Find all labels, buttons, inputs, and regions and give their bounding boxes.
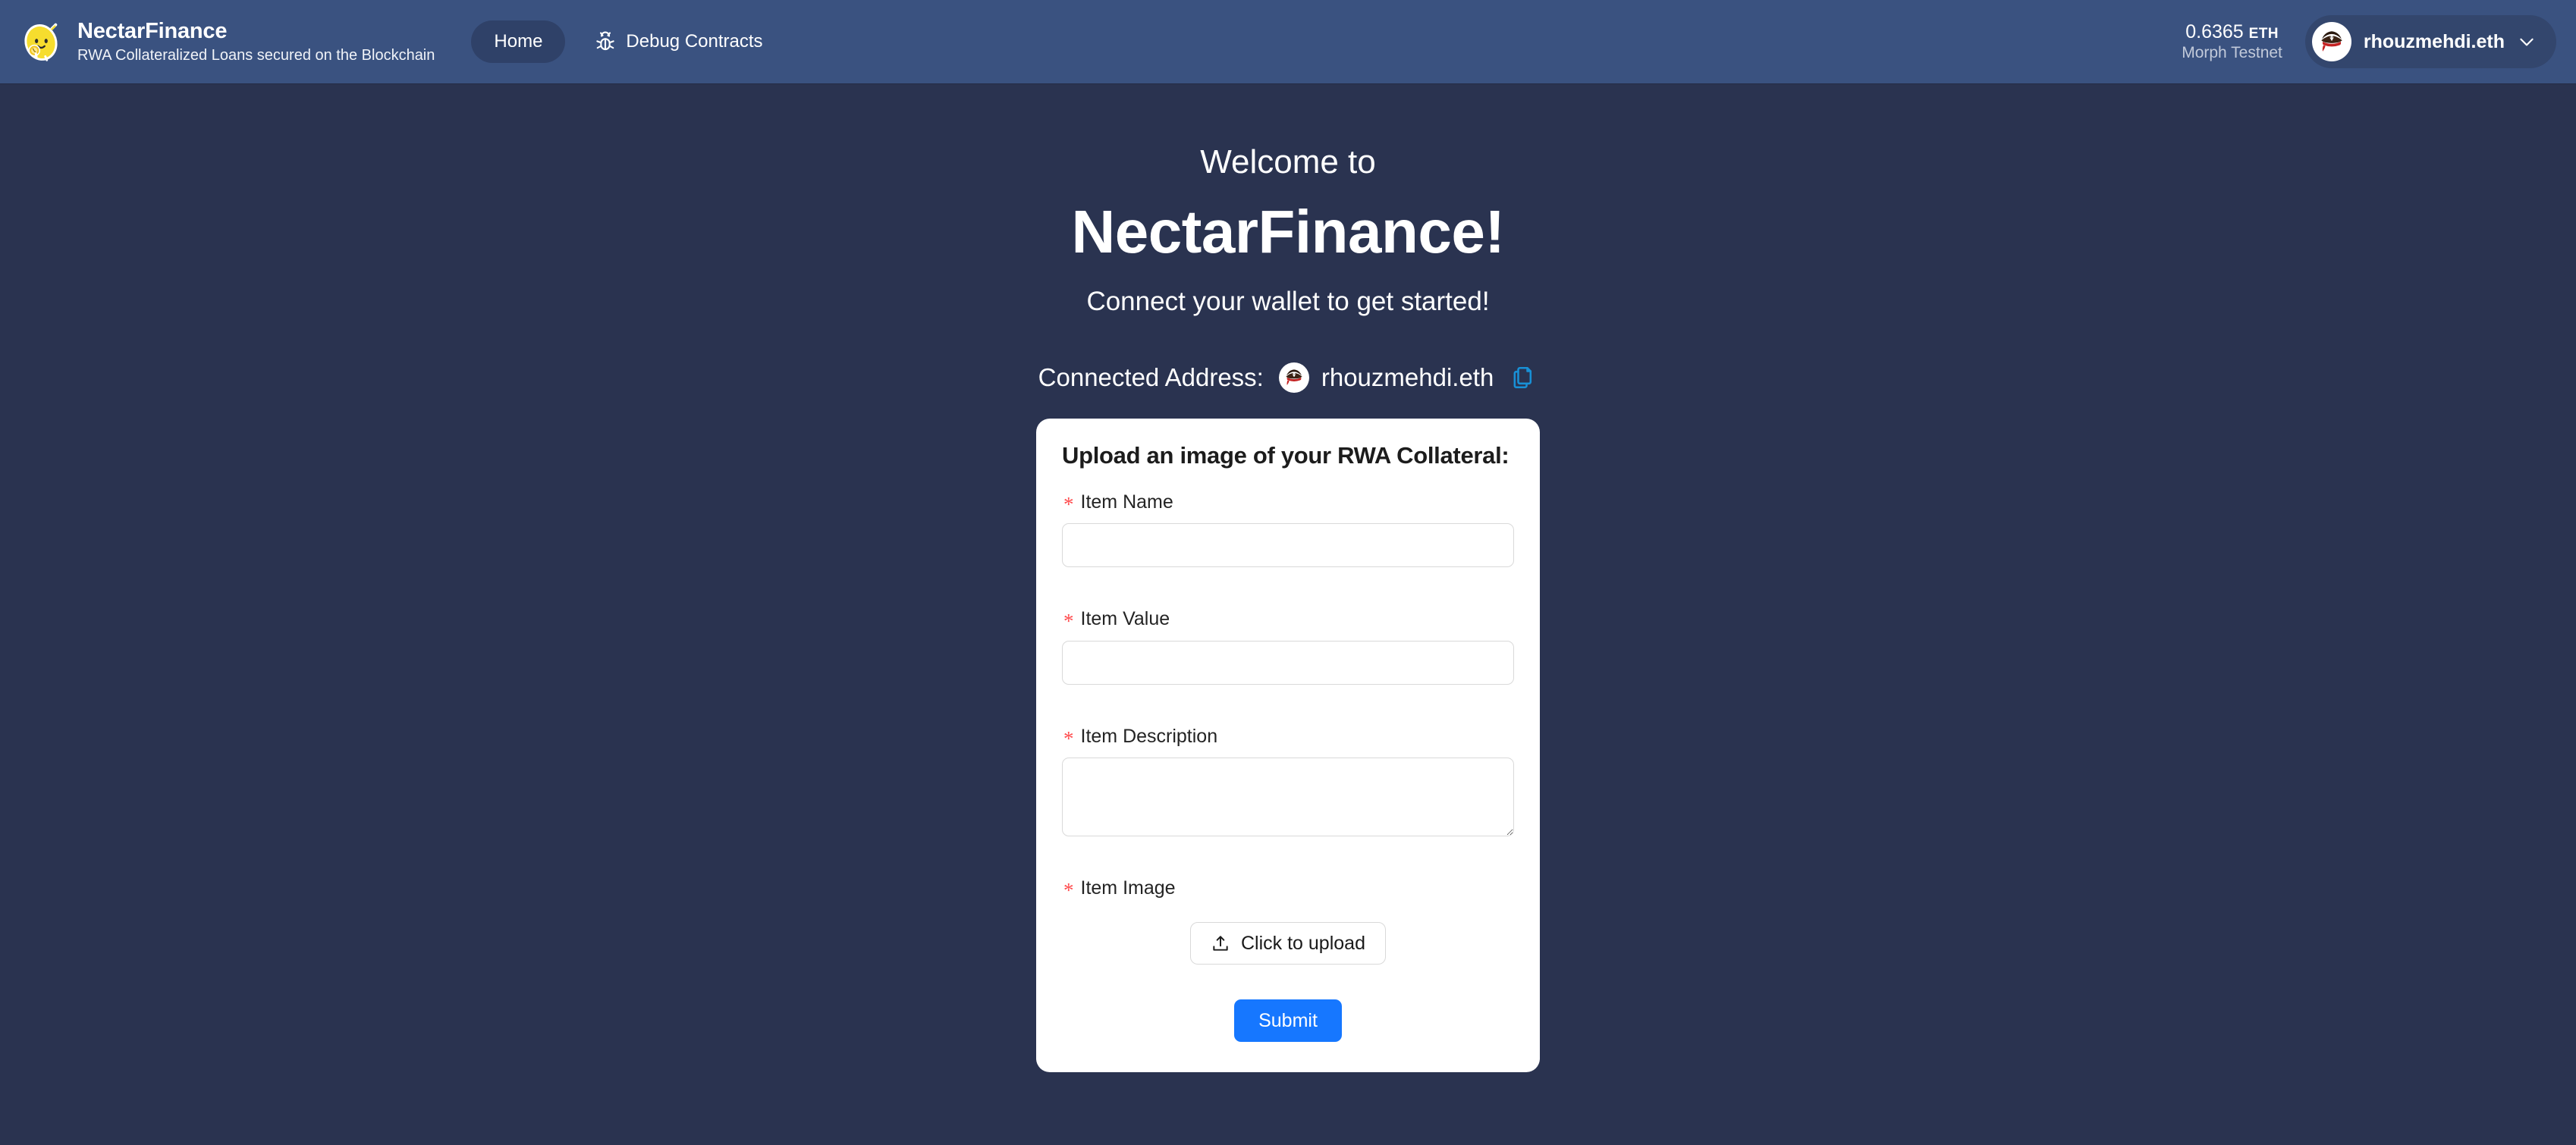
connected-address-value: rhouzmehdi.eth <box>1321 363 1494 392</box>
balance-value: 0.6365 <box>2185 20 2244 42</box>
submit-area: Submit <box>1062 999 1514 1042</box>
brand-subtitle: RWA Collateralized Loans secured on the … <box>77 46 435 64</box>
item-name-input[interactable] <box>1062 523 1514 568</box>
upload-icon <box>1211 933 1230 953</box>
field-item-description: * Item Description <box>1062 715 1514 837</box>
brand-block[interactable]: NectarFinance RWA Collateralized Loans s… <box>17 18 435 65</box>
pirate-avatar-icon <box>2311 22 2351 61</box>
page-title: NectarFinance! <box>1071 198 1505 266</box>
network-label: Morph Testnet <box>2182 44 2282 62</box>
field-item-name-label-text: Item Name <box>1080 491 1173 513</box>
pirate-avatar-icon <box>1278 362 1309 394</box>
required-marker: * <box>1063 879 1074 902</box>
connected-address-row: Connected Address: rhouzmehdi.eth <box>1038 362 1538 394</box>
field-item-value-label-text: Item Value <box>1080 608 1170 630</box>
field-item-description-label-text: Item Description <box>1080 725 1218 747</box>
required-marker: * <box>1063 492 1074 516</box>
copy-icon[interactable] <box>1512 365 1538 391</box>
header-right-cluster: 0.6365 ETH Morph Testnet rhouzmehdi.eth <box>2182 15 2556 68</box>
connected-address-label: Connected Address: <box>1038 363 1264 392</box>
click-to-upload-button[interactable]: Click to upload <box>1190 921 1386 965</box>
submit-button[interactable]: Submit <box>1234 999 1342 1042</box>
click-to-upload-label: Click to upload <box>1241 932 1365 954</box>
field-item-value-label: * Item Value <box>1062 598 1514 641</box>
chevron-down-icon[interactable] <box>2517 32 2537 52</box>
wallet-balance: 0.6365 ETH Morph Testnet <box>2182 20 2285 63</box>
wallet-address-label: rhouzmehdi.eth <box>2363 30 2505 52</box>
nav-item-home[interactable]: Home <box>471 20 566 63</box>
field-item-image-label: * Item Image <box>1062 867 1514 910</box>
nav-item-home-label: Home <box>494 31 543 52</box>
required-marker: * <box>1063 726 1074 750</box>
lemon-mascot-logo-icon <box>17 18 64 65</box>
required-marker: * <box>1063 610 1074 633</box>
card-title: Upload an image of your RWA Collateral: <box>1062 442 1509 469</box>
field-item-image: * Item Image Click to upload <box>1062 867 1514 965</box>
main-content: Welcome to NectarFinance! Connect your w… <box>0 83 2576 1145</box>
app-header: NectarFinance RWA Collateralized Loans s… <box>0 0 2576 83</box>
field-item-description-label: * Item Description <box>1062 715 1514 758</box>
item-value-input[interactable] <box>1062 640 1514 685</box>
brand-title: NectarFinance <box>77 19 228 44</box>
nav-item-debug-contracts-label: Debug Contracts <box>626 31 763 52</box>
wallet-account-button[interactable]: rhouzmehdi.eth <box>2304 15 2556 68</box>
welcome-eyebrow: Welcome to <box>1200 143 1376 180</box>
main-nav: Home Debug Contracts <box>471 20 774 64</box>
field-item-image-label-text: Item Image <box>1080 877 1176 899</box>
field-item-name: * Item Name <box>1062 481 1514 568</box>
upload-area: Click to upload <box>1062 921 1514 965</box>
balance-amount: 0.6365 ETH <box>2185 20 2279 44</box>
item-description-textarea[interactable] <box>1062 758 1514 837</box>
collateral-upload-card: Upload an image of your RWA Collateral: … <box>1036 419 1540 1072</box>
welcome-tagline: Connect your wallet to get started! <box>1086 287 1490 317</box>
field-item-value: * Item Value <box>1062 598 1514 685</box>
balance-unit: ETH <box>2248 25 2279 42</box>
field-item-name-label: * Item Name <box>1062 481 1514 524</box>
nav-item-debug-contracts[interactable]: Debug Contracts <box>582 20 774 64</box>
bug-icon <box>594 30 617 53</box>
